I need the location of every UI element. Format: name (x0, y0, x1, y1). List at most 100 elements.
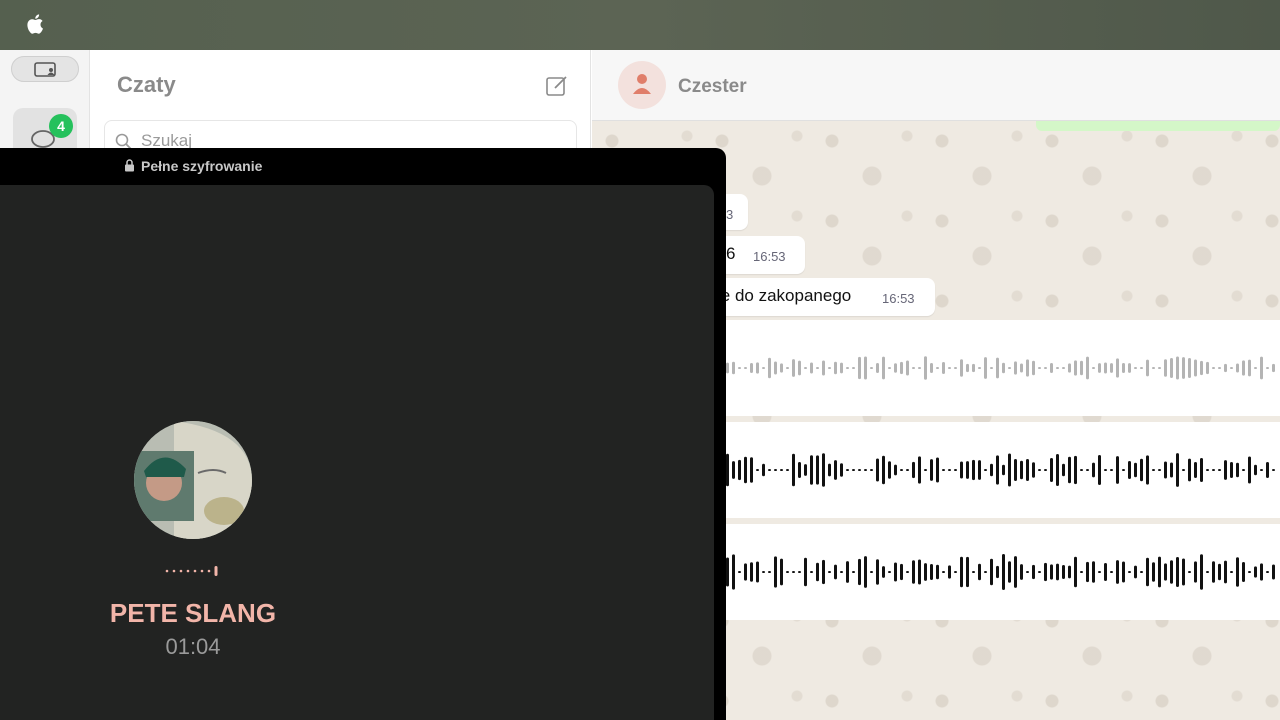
waveform-bar (972, 459, 975, 481)
waveform-bar (726, 362, 729, 374)
waveform-bar (942, 469, 945, 471)
waveform-bar (912, 560, 915, 584)
waveform-bar (1236, 462, 1239, 478)
waveform-bar (1224, 560, 1227, 584)
waveform-bar (1200, 457, 1203, 483)
waveform-bar (1182, 357, 1185, 379)
waveform-bar (1086, 469, 1089, 471)
waveform-bar (864, 356, 867, 380)
waveform-bar (1092, 462, 1095, 478)
waveform-bar (1044, 469, 1047, 471)
waveform-bar (762, 463, 765, 477)
waveform-icon (726, 554, 1275, 590)
waveform-bar (912, 461, 915, 479)
waveform-bar (1248, 359, 1251, 377)
caller-avatar (134, 421, 252, 539)
waveform-bar (1176, 453, 1179, 487)
waveform-bar (1200, 360, 1203, 376)
waveform-bar (1254, 367, 1257, 369)
waveform-bar (1080, 469, 1083, 471)
waveform-bar (996, 565, 999, 579)
message-time: 16:53 (882, 291, 915, 306)
waveform-bar (1170, 462, 1173, 478)
waveform-icon (726, 356, 1275, 380)
waveform-bar (834, 564, 837, 580)
waveform-bar (852, 367, 855, 369)
waveform-bar (1224, 460, 1227, 480)
waveform-bar (804, 557, 807, 587)
waveform-bar (1230, 367, 1233, 369)
waveform-bar (1242, 360, 1245, 376)
waveform-bar (756, 469, 759, 471)
waveform-bar (762, 571, 765, 573)
waveform-bar (1020, 564, 1023, 580)
waveform-bar (744, 456, 747, 484)
waveform-bar (1134, 367, 1137, 369)
message-bubble[interactable]: ie do zakopanego 16:53 (692, 278, 935, 316)
waveform-bar (762, 367, 765, 369)
waveform-bar (924, 469, 927, 471)
waveform-bar (852, 571, 855, 573)
contact-avatar[interactable] (618, 61, 666, 109)
waveform-bar (1254, 566, 1257, 578)
waveform-bar (1104, 362, 1107, 374)
waveform-bar (1050, 564, 1053, 580)
waveform-bar (768, 571, 771, 573)
waveform-bar (1188, 571, 1191, 573)
waveform-bar (996, 455, 999, 485)
waveform-bar (1212, 561, 1215, 583)
chat-header[interactable]: Czester (592, 50, 1280, 121)
waveform-bar (960, 461, 963, 479)
waveform-bar (990, 367, 993, 369)
waveform-bar (924, 563, 927, 581)
waveform-bar (1236, 557, 1239, 587)
waveform-bar (1056, 454, 1059, 486)
waveform-bar (1152, 469, 1155, 471)
waveform-bar (834, 361, 837, 375)
waveform-bar (1206, 361, 1209, 375)
waveform-bar (918, 456, 921, 484)
waveform-bar (858, 469, 861, 471)
waveform-bar (1026, 359, 1029, 377)
compose-icon[interactable] (545, 74, 569, 98)
waveform-bar (1086, 561, 1089, 583)
waveform-bar (792, 359, 795, 377)
waveform-bar (774, 469, 777, 471)
waveform-bar (732, 554, 735, 590)
waveform-bar (1140, 458, 1143, 482)
waveform-bar (846, 469, 849, 471)
waveform-bar (1086, 356, 1089, 380)
waveform-bar (822, 453, 825, 487)
waveform-bar (1260, 469, 1263, 471)
profile-toggle-button[interactable] (11, 56, 79, 82)
waveform-bar (1188, 358, 1191, 378)
waveform-bar (828, 367, 831, 369)
waveform-bar (876, 363, 879, 373)
waveform-bar (888, 367, 891, 369)
waveform-bar (1002, 464, 1005, 476)
waveform-bar (1128, 571, 1131, 573)
waveform-bar (1236, 363, 1239, 373)
waveform-bar (816, 455, 819, 485)
waveform-bar (864, 556, 867, 588)
waveform-bar (816, 367, 819, 369)
waveform-bar (1170, 358, 1173, 378)
waveform-bar (756, 561, 759, 583)
waveform-bar (1272, 363, 1275, 373)
waveform-bar (1188, 458, 1191, 482)
waveform-bar (1020, 363, 1023, 373)
waveform-bar (828, 463, 831, 477)
waveform-bar (750, 363, 753, 373)
apple-logo-icon[interactable] (24, 12, 48, 36)
waveform-bar (876, 458, 879, 482)
waveform-bar (1164, 461, 1167, 479)
waveform-bar (954, 469, 957, 471)
waveform-bar (786, 367, 789, 369)
waveform-bar (1050, 362, 1053, 374)
waveform-bar (1266, 462, 1269, 478)
waveform-bar (1002, 554, 1005, 590)
waveform-bar (960, 359, 963, 377)
waveform-bar (894, 562, 897, 582)
waveform-bar (1050, 458, 1053, 482)
waveform-bar (852, 469, 855, 471)
